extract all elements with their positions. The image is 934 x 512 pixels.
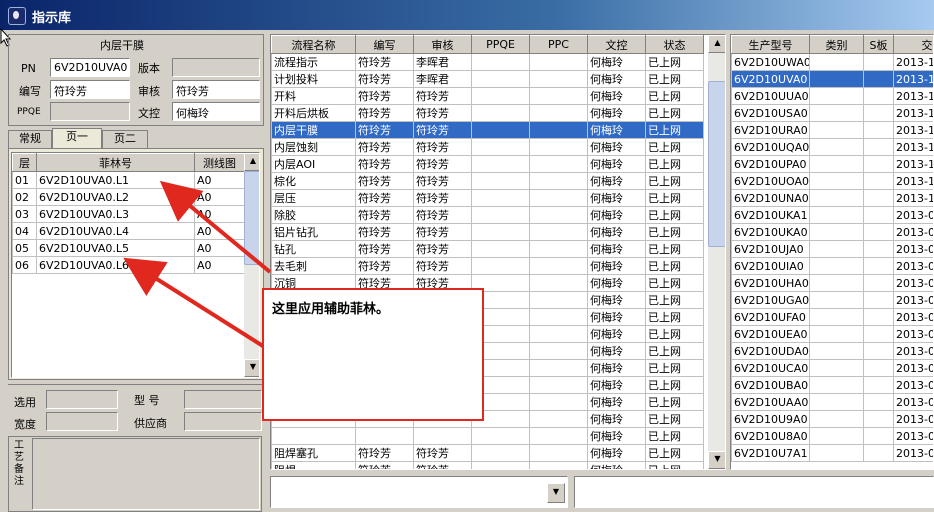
callout-text: 这里应用辅助菲林。: [272, 302, 390, 317]
annotation-arrows: [123, 180, 272, 350]
annotation-callout: 这里应用辅助菲林。: [262, 288, 484, 421]
annotation-arrow-down: [123, 257, 268, 350]
annotation-arrow-up: [159, 180, 272, 274]
